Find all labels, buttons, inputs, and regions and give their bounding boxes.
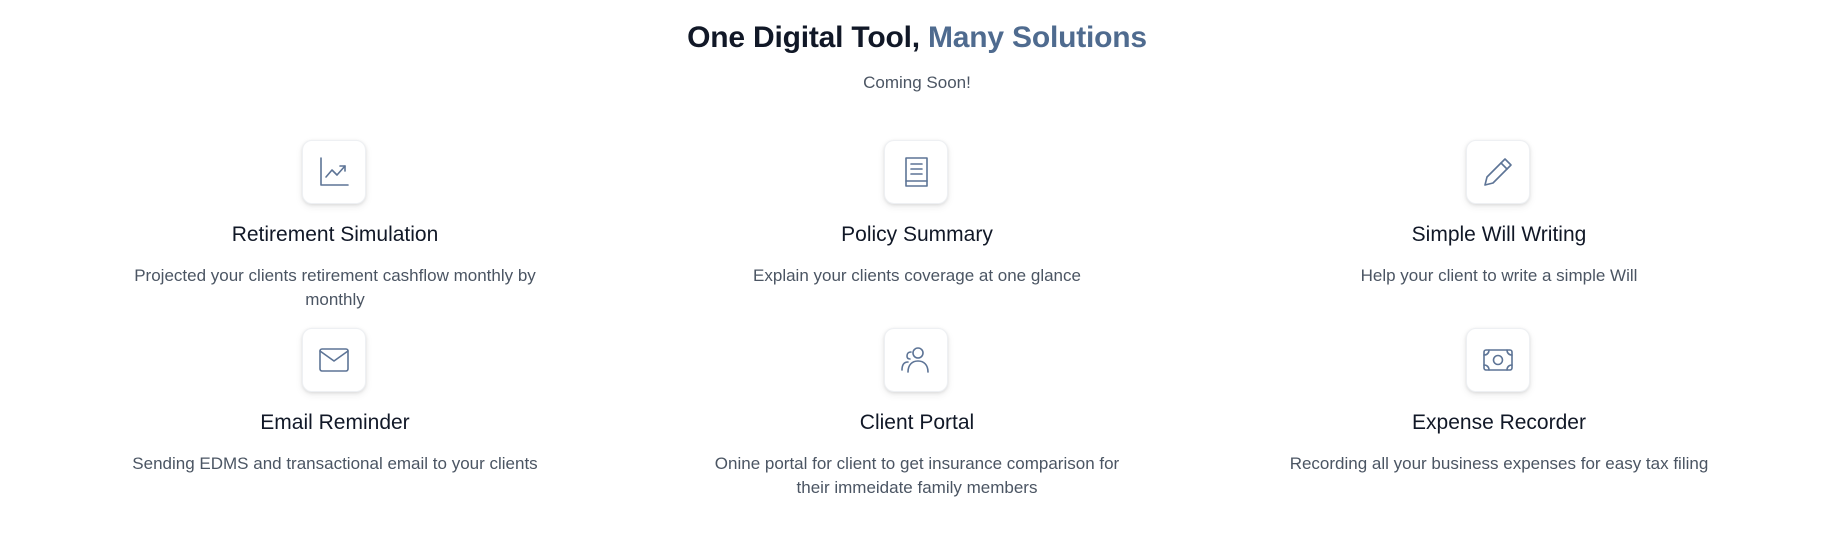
- feature-description: Help your client to write a simple Will: [1360, 266, 1638, 285]
- feature-icon-box: [1466, 328, 1530, 392]
- feature-title: Email Reminder: [260, 411, 410, 434]
- feature-title: Policy Summary: [841, 223, 993, 246]
- pencil-icon: [1484, 158, 1512, 186]
- heading-accent: Many Solutions: [927, 21, 1147, 54]
- section-heading: One Digital Tool, Many Solutions: [0, 18, 1834, 58]
- feature-description: Sending EDMS and transactional email to …: [132, 454, 538, 473]
- feature-card-retirement-simulation: Retirement Simulation Projected your cli…: [44, 140, 626, 328]
- section-subheading: Coming Soon!: [863, 73, 971, 92]
- envelope-icon: [319, 348, 349, 372]
- book-icon: [905, 157, 928, 187]
- features-grid: Retirement Simulation Projected your cli…: [44, 140, 1790, 516]
- feature-title: Client Portal: [859, 411, 975, 434]
- feature-icon-box: [302, 328, 366, 392]
- feature-card-email-reminder: Email Reminder Sending EDMS and transact…: [44, 328, 626, 516]
- banknote-icon: [1483, 349, 1513, 371]
- features-section: One Digital Tool, Many Solutions Coming …: [0, 0, 1834, 538]
- heading-main: One Digital Tool,: [687, 21, 928, 54]
- feature-description: Recording all your business expenses for…: [1289, 454, 1709, 473]
- chart-line-icon: [320, 157, 349, 186]
- feature-icon-box: [884, 140, 948, 204]
- feature-description: Onine portal for client to get insurance…: [714, 454, 1120, 497]
- users-icon: [901, 347, 929, 373]
- feature-card-policy-summary: Policy Summary Explain your clients cove…: [626, 140, 1208, 328]
- feature-card-client-portal: Client Portal Onine portal for client to…: [626, 328, 1208, 516]
- feature-icon-box: [1466, 140, 1530, 204]
- feature-card-expense-recorder: Expense Recorder Recording all your busi…: [1208, 328, 1790, 516]
- feature-icon-box: [884, 328, 948, 392]
- feature-title: Expense Recorder: [1412, 411, 1586, 434]
- feature-card-simple-will-writing: Simple Will Writing Help your client to …: [1208, 140, 1790, 328]
- feature-title: Retirement Simulation: [231, 223, 439, 246]
- feature-icon-box: [302, 140, 366, 204]
- feature-description: Projected your clients retirement cashfl…: [134, 266, 536, 309]
- feature-description: Explain your clients coverage at one gla…: [753, 266, 1081, 285]
- feature-title: Simple Will Writing: [1411, 223, 1587, 246]
